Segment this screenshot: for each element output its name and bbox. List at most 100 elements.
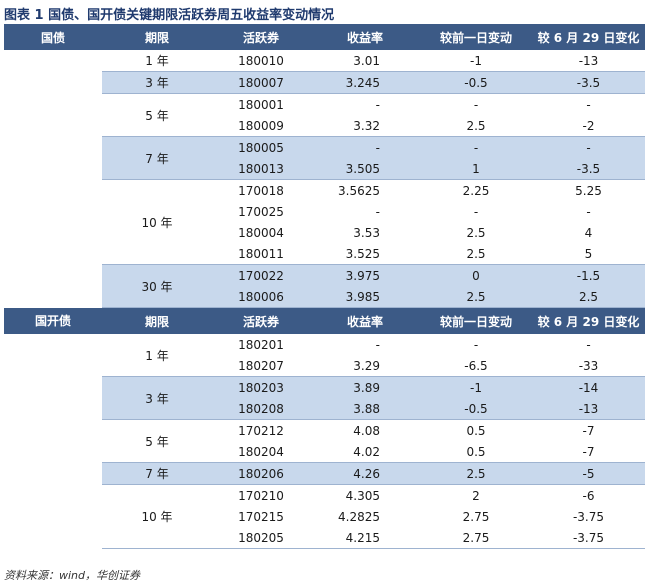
daily-change-cell: 2.5 [420,286,532,308]
change-since-cell: -2 [532,115,645,137]
header-row: 国开债 期限 活跃券 收益率 较前一日变动较 6 月 29 日变化 [4,307,645,334]
column-header: 较前一日变动 [420,24,532,50]
table-row: 180205 4.215 2.75 -3.75 [4,527,645,549]
term-cell: 5 年 [102,93,212,137]
daily-change-cell: - [473,97,479,112]
daily-change-cell: 2.75 [420,527,532,549]
yield-cell: 3.01 [310,50,420,72]
term-cell: 3 年 [102,71,212,94]
table-row: 3 年 180007 3.245 -0.5 -3.5 [4,71,645,94]
change-since-cell: -13 [532,398,645,420]
table-row: 180207 3.29 -6.5 -33 [4,355,645,377]
change-since-cell: 4 [584,225,593,240]
header-row: 国债 期限 活跃券 收益率 较前一日变动较 6 月 29 日变化 [4,24,645,50]
table-row: 3 年 180203 3.89 -1 -14 [4,376,645,420]
table-row: 180013 3.505 1 -3.5 [4,158,645,180]
table-row: 7 年 180206 4.26 2.5 -5 [4,462,645,485]
column-header: 较 6 月 29 日变化 [532,307,645,334]
table-row: 180009 3.32 2.5 -2 [4,115,645,137]
bond-code-cell: 180013 [212,158,310,180]
yield-cell: 3.525 [310,243,420,265]
bond-code-cell: 180005 [212,136,310,158]
bond-code-cell: 180007 [212,71,310,94]
change-since-cell: -33 [532,355,645,377]
daily-change-cell: 1 [420,158,532,180]
bond-code-cell: 170215 [238,509,284,524]
daily-change-cell: 2.75 [462,509,490,524]
table-row: 7 年 180005- - - [4,136,645,180]
blank-cell [4,50,102,72]
blank-cell [4,222,102,243]
bond-code-cell: 180001 [238,97,284,112]
daily-change-cell: 2.25 [462,183,490,198]
blank-cell [4,334,102,355]
table-row: 30 年 170022 3.975 0 -1.5 [4,264,645,308]
blank-cell [4,136,102,158]
bond-code-cell: 180207 [212,355,310,377]
yield-cell: 3.53 [353,225,380,240]
change-since-cell: -5 [532,462,645,485]
change-since-cell: - [586,337,591,352]
column-header: 较前一日变动 [420,307,532,334]
daily-change-cell: -0.5 [420,71,532,94]
table-row: 5 年 180001 - - - [4,93,645,137]
change-since-cell: - [532,136,645,158]
blank-cell [4,71,102,94]
blank-cell [4,158,102,180]
daily-change-cell: - [473,204,479,219]
blank-cell [4,179,102,201]
column-header: 活跃券 [212,24,310,50]
yield-cell: 4.305 [345,488,380,503]
bond-code-cell: 180011 [212,243,310,265]
change-since-cell: -13 [532,50,645,72]
column-header: 活跃券 [212,307,310,334]
change-since-cell: -3.75 [532,527,645,549]
blank-cell [4,506,102,527]
bond-code-cell: 180006 [212,286,310,308]
yield-table: 国债 期限 活跃券 收益率 较前一日变动较 6 月 29 日变化 1 年 180010 3.0… [4,24,645,549]
change-since-cell: -3.5 [532,158,645,180]
table-row: 170215 4.2825 2.75 -3.75 [4,506,645,527]
daily-change-cell: -0.5 [420,398,532,420]
term-cell: 1 年 [102,50,212,72]
term-cell: 1 年 [102,334,212,377]
change-since-cell: - [586,97,591,112]
change-since-cell: 5 [532,243,645,265]
daily-change-cell: -1 [420,376,532,398]
blank-cell [4,264,102,286]
source-note: 资料来源：wind，华创证券 [4,569,141,582]
blank-cell [4,286,102,308]
column-header: 国债 [4,24,102,50]
bond-code-cell: 170025 [238,204,284,219]
blank-cell [4,484,102,506]
term-cell: 3 年 [102,376,212,420]
term-cell: 10 年 [102,484,212,549]
daily-change-cell: -6.5 [420,355,532,377]
table-row: 1 年 180201 - - - [4,334,645,377]
blank-cell [4,243,102,265]
term-cell: 30 年 [102,264,212,308]
blank-cell [4,355,102,377]
yield-cell: 3.975 [310,264,420,286]
yield-cell: 4.2825 [338,509,380,524]
column-header: 较 6 月 29 日变化 [532,24,645,50]
yield-cell: 3.245 [310,71,420,94]
bond-code-cell: 170212 [238,423,284,438]
bond-code-cell: 180204 [212,441,310,463]
bond-code-cell: 180205 [212,527,310,549]
bond-code-cell: 170022 [212,264,310,286]
daily-change-cell: 2.5 [420,243,532,265]
daily-change-cell: 2.5 [420,462,532,485]
change-since-cell: -3.5 [532,71,645,94]
yield-cell: 4.215 [310,527,420,549]
bond-code-cell: 180004 [238,225,284,240]
daily-change-cell: -1 [420,50,532,72]
figure-title: 图表 1 国债、国开债关键期限活跃券周五收益率变动情况 [4,8,335,23]
yield-cell: 4.02 [310,441,420,463]
yield-cell: 3.505 [310,158,420,180]
bond-code-cell: 170018 [238,183,284,198]
term-cell: 10 年 [102,179,212,265]
blank-cell [4,201,102,222]
bond-code-cell: 180206 [212,462,310,485]
column-header: 收益率 [310,24,420,50]
